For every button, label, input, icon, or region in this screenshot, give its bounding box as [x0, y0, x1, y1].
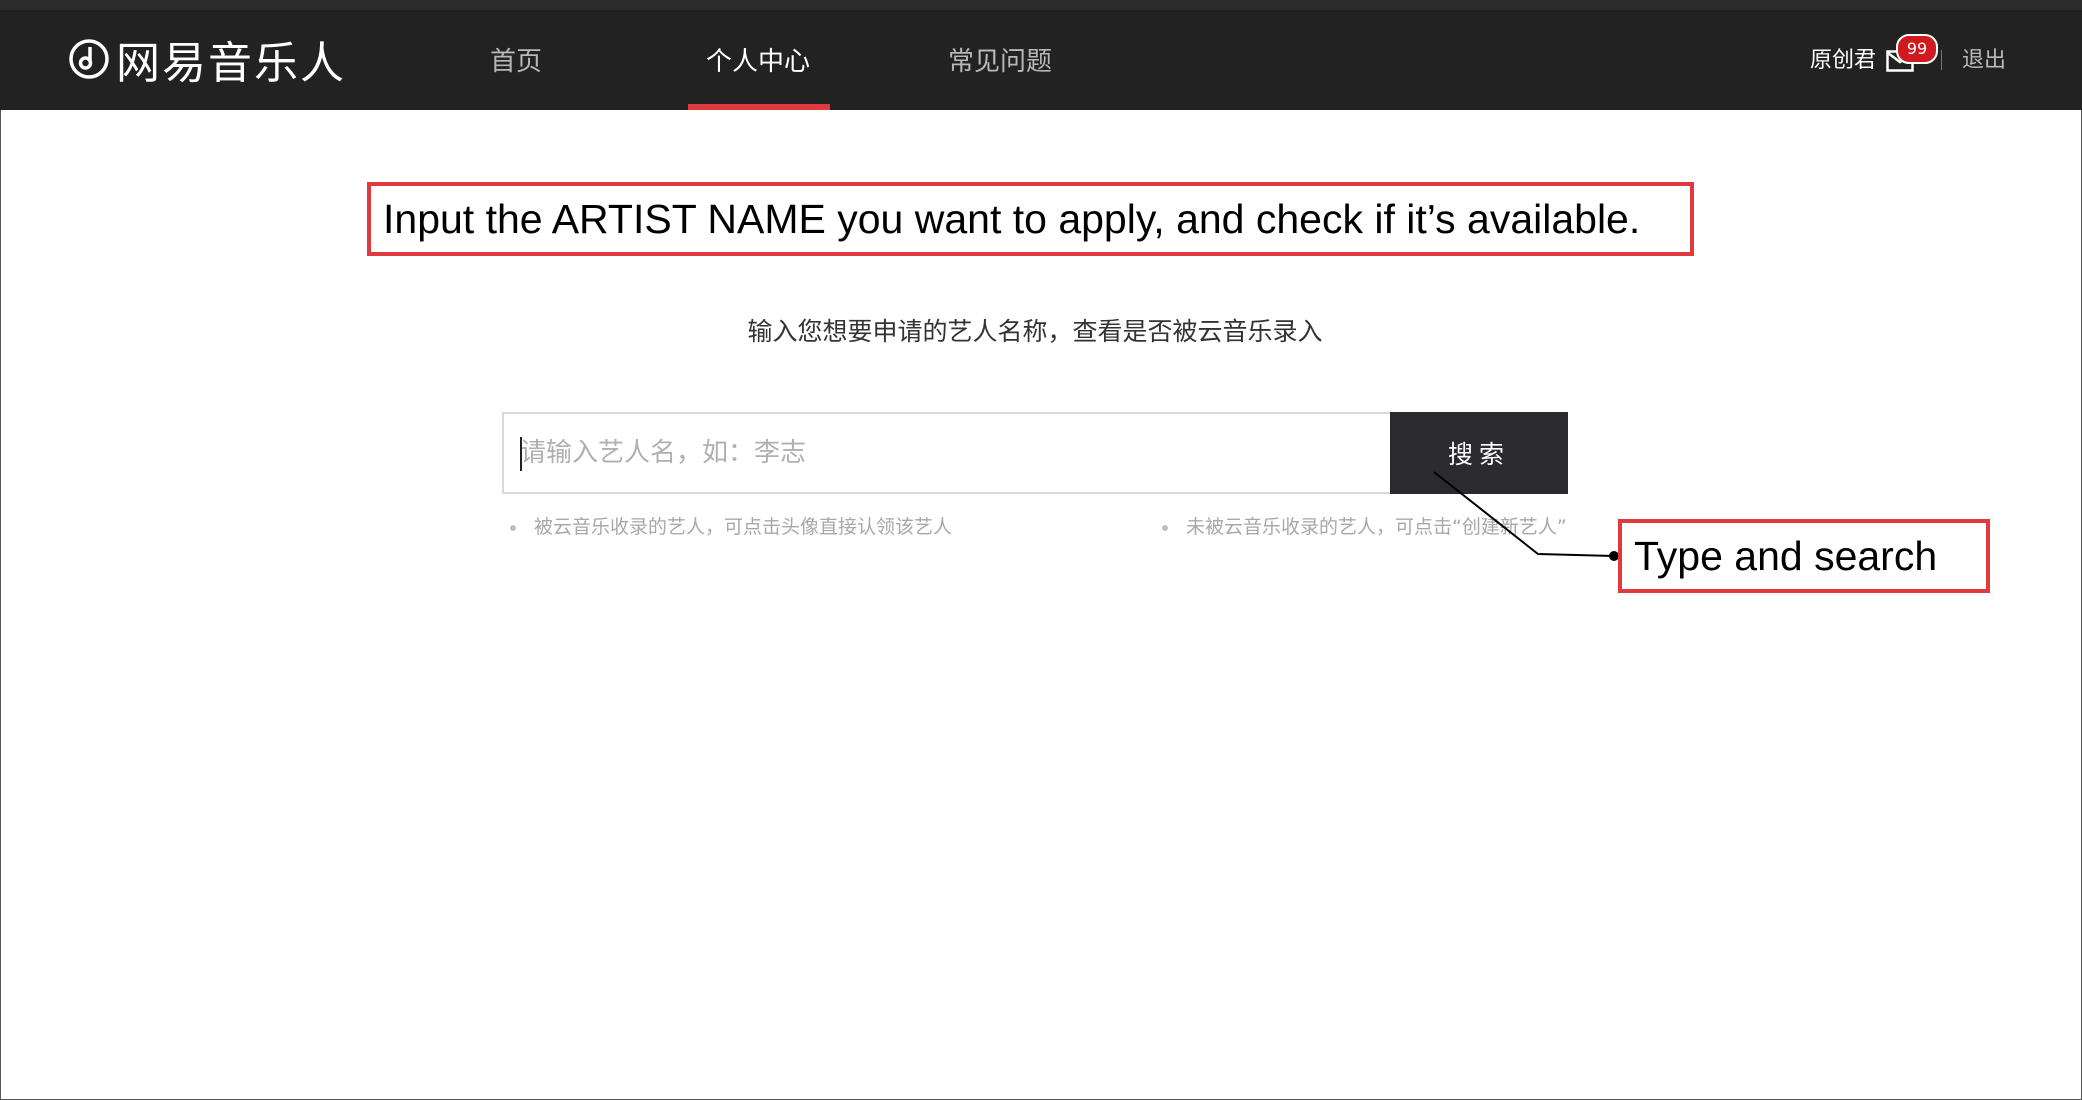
hint-claim-artist-text: 被云音乐收录的艺人，可点击头像直接认领该艺人 [534, 516, 953, 538]
logo[interactable]: 网易音乐人 [68, 34, 346, 89]
instruction-callout: Input the ARTIST NAME you want to apply,… [367, 182, 1694, 256]
top-edge [0, 0, 2082, 10]
search-button[interactable]: 搜索 [1390, 412, 1568, 494]
bullet-icon [510, 524, 516, 531]
mail-count-badge: 99 [1896, 34, 1938, 64]
logo-text: 网易音乐人 [116, 38, 346, 89]
logout-link[interactable]: 退出 [1962, 44, 2006, 78]
header-divider [1941, 50, 1942, 70]
nav-home[interactable]: 首页 [490, 38, 542, 86]
active-tab-indicator [688, 104, 830, 110]
nav-faq[interactable]: 常见问题 [948, 38, 1052, 86]
bullet-icon [1162, 524, 1168, 531]
page-subtitle: 输入您想要申请的艺人名称，查看是否被云音乐录入 [747, 317, 1323, 346]
hint-claim-artist: 被云音乐收录的艺人，可点击头像直接认领该艺人 [510, 512, 952, 539]
search-callout: Type and search [1618, 519, 1990, 593]
hint-create-artist: 未被云音乐收录的艺人，可点击“创建新艺人” [1162, 512, 1567, 539]
text-cursor [520, 437, 522, 471]
user-name[interactable]: 原创君 [1810, 44, 1876, 78]
music-note-logo-icon [69, 39, 109, 79]
nav-personal-center[interactable]: 个人中心 [706, 38, 810, 86]
artist-search-input[interactable] [502, 412, 1390, 494]
hint-create-artist-text: 未被云音乐收录的艺人，可点击“创建新艺人” [1186, 516, 1567, 538]
